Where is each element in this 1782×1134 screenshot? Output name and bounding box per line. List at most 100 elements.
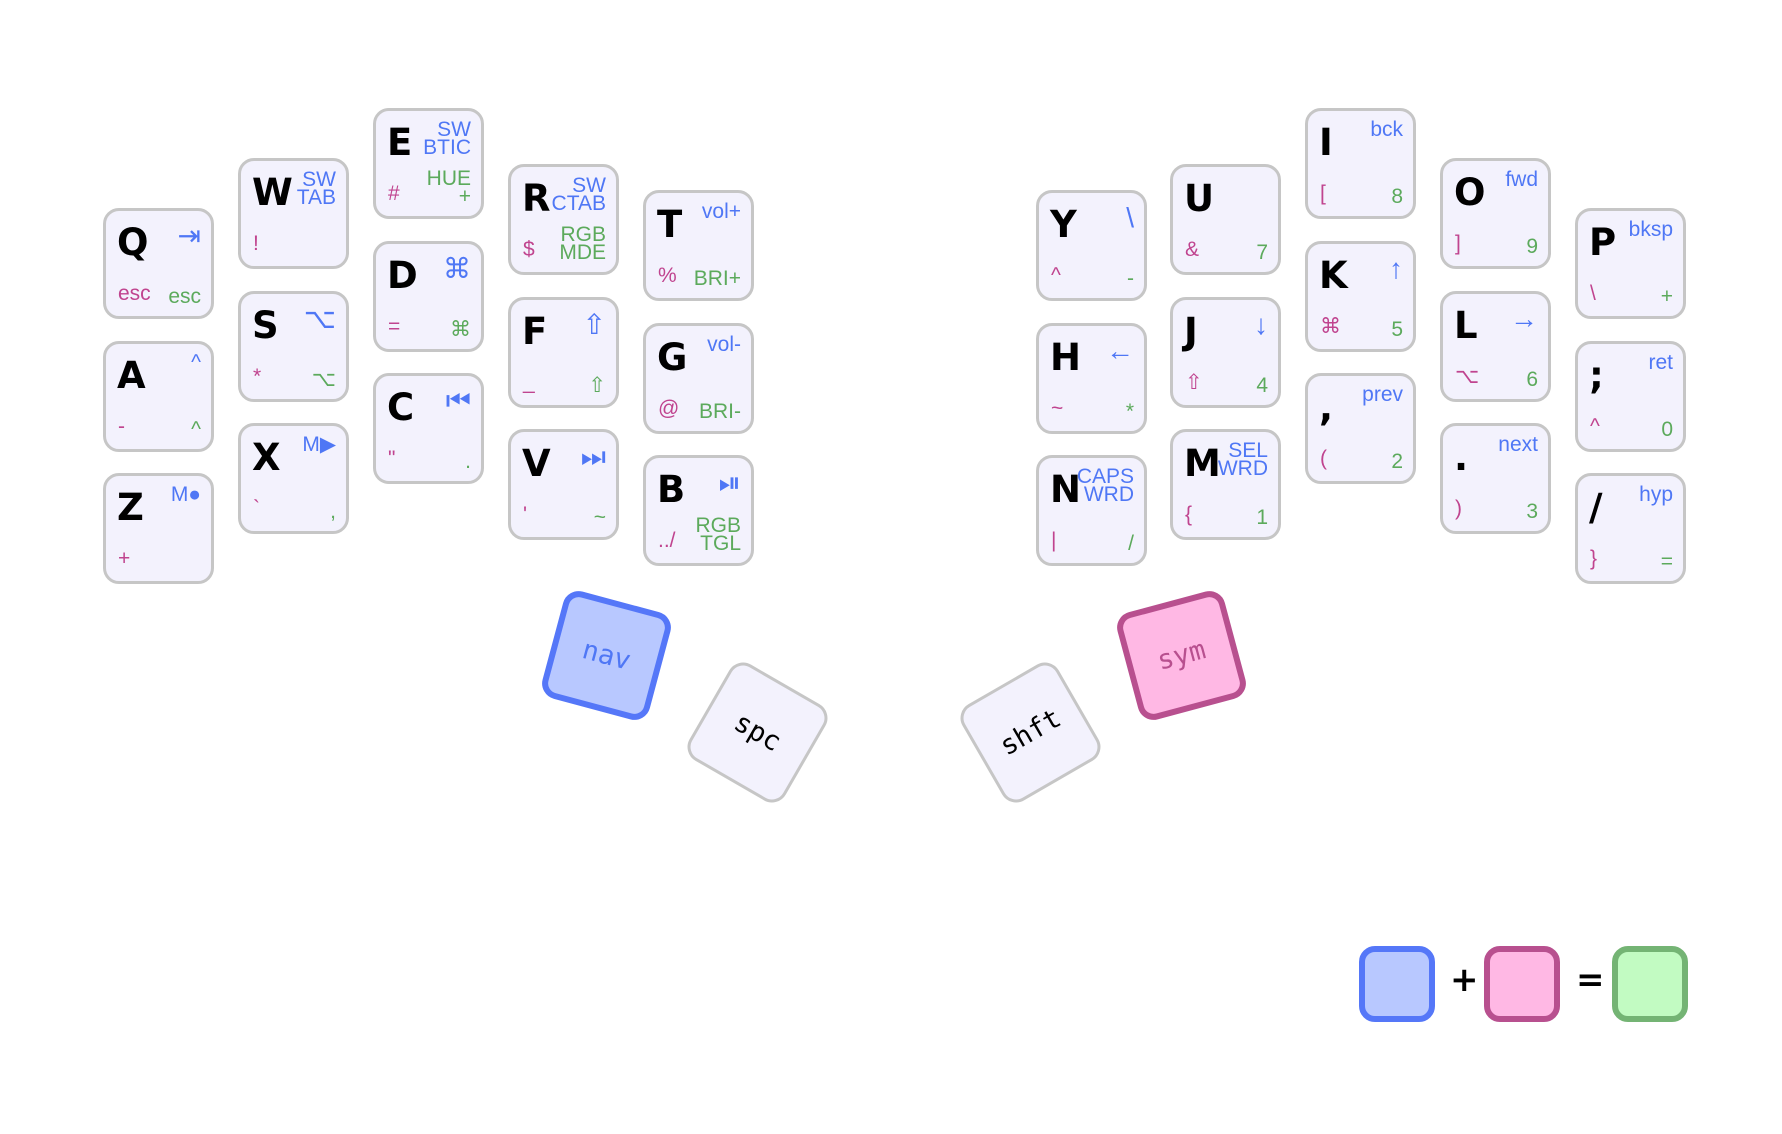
key-sym-label: - [118,414,125,438]
key-combo-label: 3 [1526,500,1538,523]
key-V: V ⏭ ' ~ [508,429,619,540]
key-nav-label: hyp [1639,483,1673,506]
key-sym-label: = [388,314,401,338]
key-nav-label: SW BTIC [423,118,471,159]
key-nav-label: vol+ [701,200,741,223]
key-G: Gvol- @ BRI- [643,322,754,434]
key-base-label: U [1184,177,1215,220]
key-B: B ⏯ ../ RGB TGL [643,455,754,566]
thumb-key-nav: nav [538,587,675,724]
legend-sym-swatch [1484,946,1560,1022]
key-H: H ← ~ * [1036,322,1147,434]
key-nav-label: \ [1126,202,1134,233]
key-nav-label: vol- [707,332,741,356]
key-base-label: A [117,353,146,397]
key-K: K ↑ ⌘ 5 [1305,240,1416,352]
key-D: D ⌘ = ⌘ [373,240,484,352]
key-nav-label: prev [1362,383,1403,406]
key-sym-label: ^ [1590,414,1600,438]
key-nav-label: ↓ [1254,308,1268,340]
key-combo-label: ⌘ [450,317,471,341]
key-sym-label: + [118,547,131,570]
key-Y: Y \ ^ - [1036,190,1147,301]
key-nav-label: ret [1648,350,1673,374]
key-combo-label: , [330,500,336,523]
key-combo-label: ⌥ [311,367,336,391]
key-base-label: V [522,442,551,485]
key-base-label: S [252,303,279,347]
key-combo-label: 6 [1526,367,1538,391]
key-,: , prev (2 [1305,373,1416,484]
key-base-label: G [657,335,688,379]
key-combo-label: 4 [1256,373,1268,397]
key-/: / hyp} = [1575,473,1686,584]
key-nav-label: → [1510,302,1538,334]
key-combo-label: BRI- [699,399,741,423]
key-sym-label: } [1590,547,1598,570]
key-sym-label: @ [658,396,680,420]
key-nav-label: ← [1106,334,1134,366]
thumb-key-label: sym [1153,634,1210,677]
key-;: ; ret ^ 0 [1575,340,1686,452]
key-base-label: D [387,253,418,297]
key-combo-label: - [1127,267,1134,290]
key-nav-label: M▶ [302,433,336,456]
key-nav-label: fwd [1505,168,1538,191]
key-sym-label: _ [523,370,535,394]
key-A: A ^ - ^ [103,340,214,452]
key-base-label: W [252,171,293,214]
key-.: . next) 3 [1440,423,1551,534]
key-N: N CAPS WRD | / [1036,455,1147,566]
key-sym-label: ' [523,503,528,526]
key-Q: Q ⇥ esc esc [103,208,214,319]
key-combo-label: RGB TGL [695,514,741,555]
key-base-label: . [1454,436,1469,479]
key-sym-label: ^ [1051,264,1061,287]
key-sym-label: \ [1590,282,1596,305]
key-P: Pbksp \ + [1575,208,1686,319]
key-nav-label: M● [170,483,201,506]
key-sym-label: " [388,447,396,470]
key-base-label: , [1319,386,1334,429]
key-sym-label: esc [118,282,151,305]
key-nav-label: bck [1370,118,1403,141]
key-nav-label: ⏯ [718,467,741,498]
key-U: U & 7 [1170,164,1281,275]
key-combo-label: 8 [1391,185,1403,208]
key-combo-label: ^ [191,417,201,441]
key-combo-label: 5 [1391,317,1403,341]
key-nav-label: SEL WRD [1217,439,1268,480]
key-combo-label: ⇧ [588,373,606,397]
key-combo-label: RGB MDE [559,223,606,264]
legend-plus: + [1450,960,1479,1000]
thumb-key-label: shft [994,702,1067,763]
key-nav-label: ⌥ [303,302,336,334]
key-combo-label: 0 [1661,417,1673,441]
thumb-key-sym: sym [1113,587,1250,724]
key-nav-label: bksp [1628,218,1673,241]
key-nav-label: ⇧ [582,308,606,340]
key-sym-label: ⇧ [1185,370,1203,394]
key-nav-label: SW CTAB [551,174,606,215]
key-base-label: Q [117,221,149,264]
key-base-label: R [522,177,551,220]
legend-equals: = [1576,960,1605,1000]
key-sym-label: # [388,182,400,205]
key-base-label: / [1589,486,1603,529]
key-C: C ⏮ ". [373,373,484,484]
key-nav-label: ^ [191,350,201,374]
key-combo-label: 9 [1526,235,1538,258]
key-F: F ⇧ _ ⇧ [508,296,619,408]
key-base-label: Z [117,486,144,529]
key-base-label: P [1589,221,1617,264]
key-J: J ↓ ⇧ 4 [1170,296,1281,408]
key-base-label: T [657,203,683,246]
key-T: Tvol+% BRI+ [643,190,754,301]
key-base-label: X [252,436,281,479]
key-nav-label: next [1498,433,1538,456]
key-base-label: K [1319,253,1348,297]
key-base-label: O [1454,171,1486,214]
key-S: S ⌥ * ⌥ [238,290,349,402]
key-L: L → ⌥ 6 [1440,290,1551,402]
key-combo-label: 7 [1256,241,1268,264]
